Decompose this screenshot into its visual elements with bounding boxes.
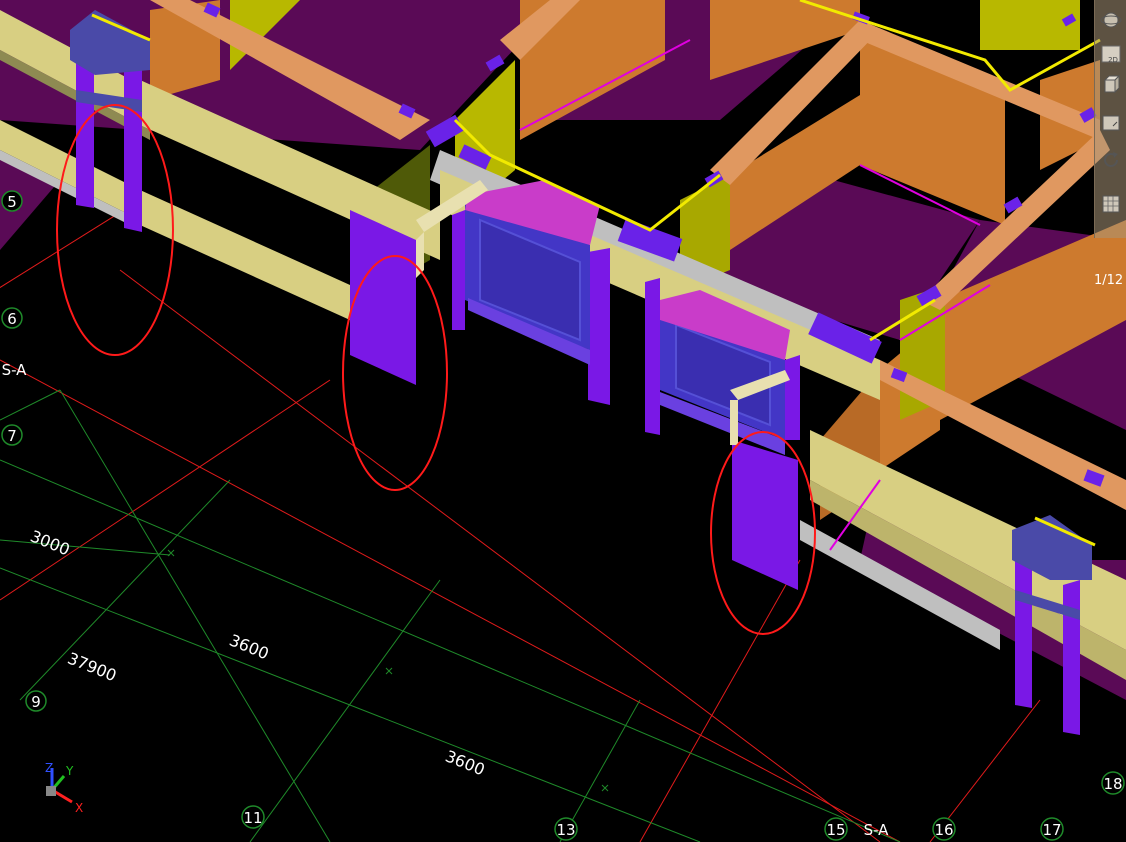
svg-text:6: 6 xyxy=(7,310,17,328)
dimension-label: 3000 xyxy=(28,526,73,559)
grid-bubble: 5 xyxy=(1,190,23,212)
svg-text:5: 5 xyxy=(7,193,17,211)
grid-bubble: 17 xyxy=(1040,817,1064,841)
cube-icon xyxy=(1103,74,1121,94)
svg-text:2D: 2D xyxy=(1108,56,1118,64)
svg-text:15: 15 xyxy=(826,821,845,839)
axis-x-label: X xyxy=(75,801,83,815)
view-3d-button[interactable] xyxy=(1099,72,1123,96)
dimension-label: 37900 xyxy=(65,649,119,686)
grid-bubble: 7 xyxy=(1,424,23,446)
partial-label: 1/12 xyxy=(1094,273,1123,288)
rotate-icon xyxy=(1104,152,1118,167)
orbit-icon xyxy=(1100,12,1122,28)
svg-text:17: 17 xyxy=(1042,821,1061,839)
view-2d-button[interactable]: 2D xyxy=(1099,42,1123,66)
rotate-button[interactable] xyxy=(1099,148,1123,172)
svg-text:16: 16 xyxy=(934,821,953,839)
view-plane-button[interactable] xyxy=(1099,110,1123,134)
grid-bubble: 15 xyxy=(824,817,848,841)
axis-label: S-A xyxy=(864,821,890,839)
2d-icon: 2D xyxy=(1101,45,1121,64)
dimension-label: 3600 xyxy=(443,746,488,779)
grid-bubble: 18 xyxy=(1101,771,1125,795)
dimension-label: 3600 xyxy=(227,630,272,663)
axis-y-label: Y xyxy=(65,764,74,778)
orbit-button[interactable] xyxy=(1099,8,1123,32)
grid-bubble: 6 xyxy=(1,307,23,329)
svg-text:11: 11 xyxy=(243,809,262,827)
view-toolbar: 2D xyxy=(1094,0,1126,238)
building-model[interactable] xyxy=(0,0,1126,735)
grid-bubble: 16 xyxy=(932,817,956,841)
svg-text:18: 18 xyxy=(1103,775,1122,793)
grid-bubble: 9 xyxy=(25,690,47,712)
dimension-labels: 3000 37900 3600 3600 xyxy=(28,526,488,779)
axis-z-label: Z xyxy=(45,761,53,775)
section-button[interactable] xyxy=(1099,192,1123,216)
svg-text:7: 7 xyxy=(7,427,17,445)
plane-icon xyxy=(1102,115,1120,131)
axis-label: S-A xyxy=(2,361,28,379)
3d-model-viewport[interactable]: 5 6 7 9 11 13 15 16 17 18 S-A S-A 3000 3… xyxy=(0,0,1126,842)
grid-icon xyxy=(1102,195,1120,213)
grid-bubble: 13 xyxy=(554,817,578,841)
axis-gizmo: Z Y X xyxy=(45,761,83,815)
svg-text:9: 9 xyxy=(31,693,41,711)
grid-bubble: 11 xyxy=(241,805,265,829)
svg-text:13: 13 xyxy=(556,821,575,839)
